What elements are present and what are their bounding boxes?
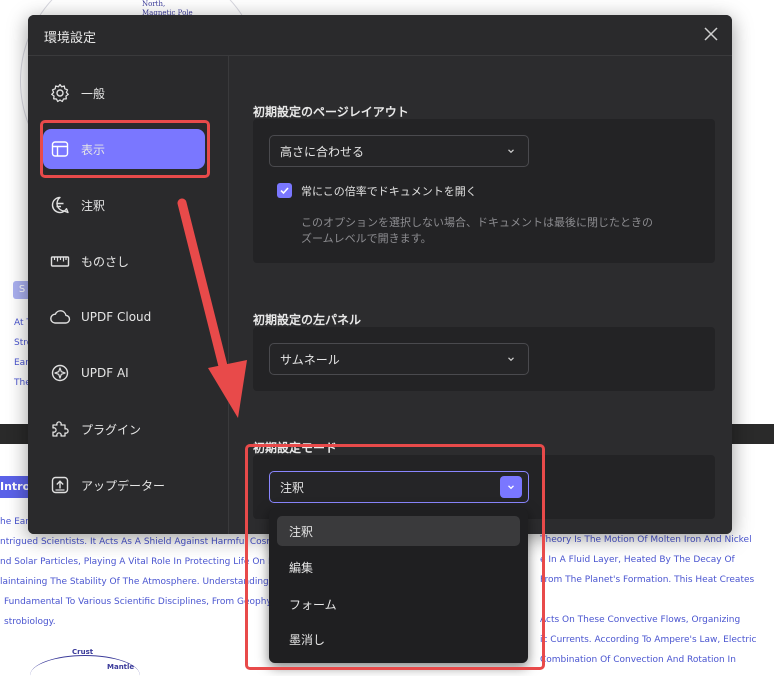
sidebar-item-updater[interactable]: アップデーター — [43, 465, 205, 505]
always-zoom-checkbox[interactable] — [277, 183, 292, 198]
chevron-down-icon — [500, 476, 522, 498]
zoom-hint-line2: ズームレベルで開きます。 — [301, 232, 432, 245]
sidebar-item-updf-ai[interactable]: UPDF AI — [43, 353, 205, 393]
page-layout-section: 高さに合わせる 常にこの倍率でドキュメントを開く このオプションを選択しない場合… — [253, 119, 715, 263]
bg-text-line: Fundamental To Various Scientific Discip… — [4, 597, 289, 607]
sidebar-item-plugins[interactable]: プラグイン — [43, 409, 205, 449]
zoom-hint-line1: このオプションを選択しない場合、ドキュメントは最後に閉じたときの — [301, 216, 653, 229]
always-zoom-label: 常にこの倍率でドキュメントを開く — [301, 185, 477, 198]
default-mode-dropdown: 注釈 編集 フォーム 墨消し — [269, 508, 528, 663]
bg-text-line: Combination Of Convection And Rotation I… — [540, 655, 736, 665]
ai-icon — [49, 362, 71, 384]
left-panel-title: 初期設定の左パネル — [253, 313, 362, 327]
chevron-down-icon — [500, 140, 522, 162]
left-panel-value: サムネール — [280, 352, 340, 367]
sidebar-item-label: 一般 — [81, 86, 106, 101]
bg-text-line: Acts On These Convective Flows, Organizi… — [540, 615, 741, 625]
page-layout-select[interactable]: 高さに合わせる — [269, 135, 529, 167]
sidebar-item-display[interactable]: 表示 — [43, 129, 205, 169]
mode-option-annotation[interactable]: 注釈 — [277, 516, 520, 546]
settings-content: 初期設定のページレイアウト 高さに合わせる 常にこの倍率でドキュメントを開く こ… — [229, 56, 732, 534]
default-mode-value: 注釈 — [280, 480, 305, 495]
bg-text-line: ntrigued Scientists. It Acts As A Shield… — [0, 537, 297, 547]
bg-text-line: strobiology. — [4, 617, 56, 627]
sidebar-item-label: ものさし — [81, 254, 130, 269]
sidebar-item-general[interactable]: 一般 — [43, 73, 205, 113]
left-panel-select[interactable]: サムネール — [269, 343, 529, 375]
sidebar-item-label: UPDF Cloud — [81, 310, 152, 324]
sidebar-item-updf-cloud[interactable]: UPDF Cloud — [43, 297, 205, 337]
default-mode-select[interactable]: 注釈 — [269, 471, 529, 503]
dialog-header: 環境設定 — [28, 15, 732, 55]
update-icon — [49, 474, 71, 496]
sidebar-item-annotation[interactable]: 注釈 — [43, 185, 205, 225]
sidebar-item-measure[interactable]: ものさし — [43, 241, 205, 281]
bg-text-line: laintaining The Stability Of The Atmosph… — [0, 577, 296, 587]
preferences-dialog: 環境設定 一般 表示 注釈 ものさし UPDF Cloud UPDF AI プラ… — [28, 15, 732, 534]
annotation-icon — [49, 194, 71, 216]
gear-icon — [49, 82, 71, 104]
sidebar-item-label: UPDF AI — [81, 366, 129, 380]
sidebar-item-label: アップデーター — [81, 478, 166, 493]
preferences-sidebar: 一般 表示 注釈 ものさし UPDF Cloud UPDF AI プラグイン ア… — [28, 56, 229, 534]
chevron-down-icon — [500, 348, 522, 370]
left-panel-section: サムネール — [253, 327, 715, 391]
option-label: 編集 — [289, 560, 314, 575]
earth-layer-curve — [30, 655, 140, 676]
page-layout-title: 初期設定のページレイアウト — [253, 105, 409, 119]
ruler-icon — [49, 250, 71, 272]
plugin-icon — [49, 418, 71, 440]
cloud-icon — [49, 306, 71, 328]
page-layout-value: 高さに合わせる — [280, 144, 365, 159]
option-label: 注釈 — [289, 524, 314, 539]
default-mode-title: 初期設定モード — [253, 441, 338, 455]
option-label: 墨消し — [289, 632, 326, 647]
sidebar-item-label: 表示 — [81, 142, 106, 157]
dialog-title: 環境設定 — [44, 31, 97, 46]
layout-icon — [49, 138, 71, 160]
bg-text-line: nd Solar Particles, Playing A Vital Role… — [0, 557, 293, 567]
close-icon[interactable] — [702, 25, 720, 43]
mode-option-redact[interactable]: 墨消し — [277, 624, 520, 654]
mode-option-form[interactable]: フォーム — [277, 589, 520, 619]
bg-text-line: ic Currents. According To Ampere's Law, … — [540, 635, 757, 645]
sidebar-item-label: プラグイン — [81, 422, 142, 437]
option-label: フォーム — [289, 597, 337, 612]
bg-text-line: From The Planet's Formation. This Heat C… — [540, 575, 755, 585]
bg-text-line: e In A Fluid Layer, Heated By The Decay … — [540, 555, 735, 565]
bg-text-line: Theory Is The Motion Of Molten Iron And … — [540, 535, 752, 545]
sidebar-item-label: 注釈 — [81, 198, 106, 213]
mode-option-edit[interactable]: 編集 — [277, 552, 520, 582]
